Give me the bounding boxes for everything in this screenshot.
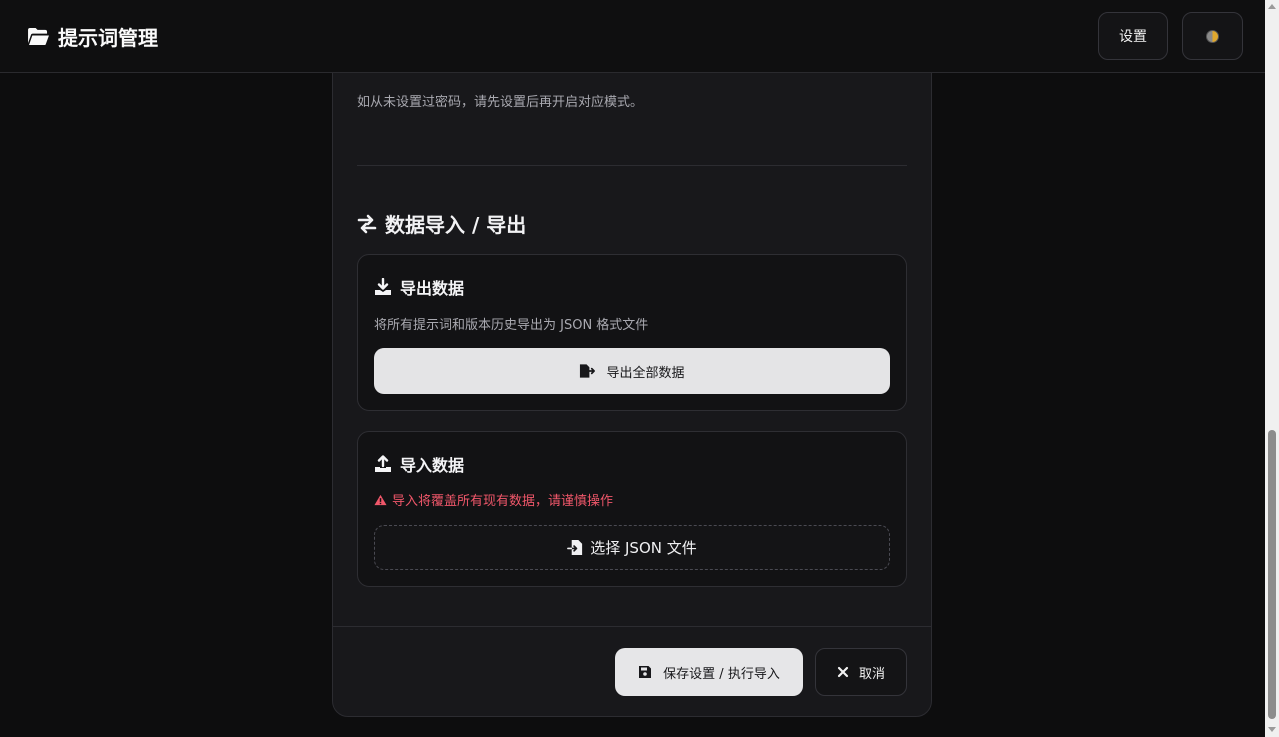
save-button[interactable]: 保存设置 / 执行导入	[615, 648, 803, 696]
app-header: 提示词管理 设置	[0, 0, 1265, 73]
import-card: 导入数据 导入将覆盖所有现有数据，请谨慎操作 选择 JSON 文件	[357, 431, 907, 587]
file-export-icon	[580, 364, 596, 378]
folder-open-icon	[28, 27, 49, 45]
theme-toggle-button[interactable]	[1182, 12, 1243, 60]
page-scrollbar[interactable]	[1265, 0, 1279, 737]
save-button-label: 保存设置 / 执行导入	[663, 666, 780, 682]
half-circle-icon	[1206, 29, 1219, 43]
export-title-text: 导出数据	[400, 279, 465, 298]
scrollbar-thumb[interactable]	[1268, 430, 1276, 719]
data-section-title: 数据导入 / 导出	[357, 209, 526, 238]
app-brand[interactable]: 提示词管理	[27, 22, 158, 51]
scroll-down-arrow-icon[interactable]	[1268, 727, 1276, 732]
export-card-title: 导出数据	[374, 275, 464, 299]
upload-icon	[375, 455, 391, 472]
import-warning-text: 导入将覆盖所有现有数据，请谨慎操作	[392, 494, 614, 509]
export-card: 导出数据 将所有提示词和版本历史导出为 JSON 格式文件 导出全部数据	[357, 254, 907, 411]
cancel-button[interactable]: 取消	[815, 648, 907, 696]
settings-button[interactable]: 设置	[1098, 12, 1168, 60]
scroll-up-arrow-icon[interactable]	[1268, 4, 1276, 9]
export-description: 将所有提示词和版本历史导出为 JSON 格式文件	[374, 318, 649, 333]
section-divider	[357, 165, 907, 166]
footer-divider	[333, 626, 931, 627]
file-button-label: 选择 JSON 文件	[590, 539, 697, 557]
export-all-button[interactable]: 导出全部数据	[374, 348, 890, 394]
import-card-title: 导入数据	[374, 452, 464, 476]
app-title: 提示词管理	[58, 25, 158, 50]
import-warning: 导入将覆盖所有现有数据，请谨慎操作	[374, 490, 613, 509]
close-icon	[837, 666, 849, 678]
choose-json-file-button[interactable]: 选择 JSON 文件	[374, 525, 890, 570]
header-actions: 设置	[1098, 12, 1243, 60]
export-button-label: 导出全部数据	[606, 365, 685, 381]
file-import-icon	[567, 539, 583, 556]
save-disk-icon	[639, 666, 652, 678]
import-title-text: 导入数据	[400, 456, 465, 475]
settings-modal: 如从未设置过密码，请先设置后再开启对应模式。 数据导入 / 导出 导出数据 将所…	[332, 0, 932, 717]
exchange-icon	[357, 214, 377, 233]
cancel-button-label: 取消	[858, 666, 885, 682]
password-hint: 如从未设置过密码，请先设置后再开启对应模式。	[357, 95, 644, 110]
download-icon	[375, 278, 391, 295]
section-title-text: 数据导入 / 导出	[385, 213, 527, 237]
warning-triangle-icon	[374, 494, 387, 505]
